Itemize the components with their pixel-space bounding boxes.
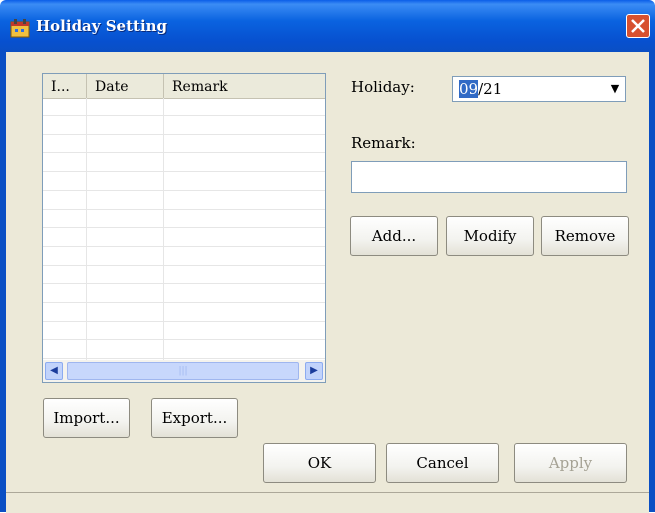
cancel-button[interactable]: Cancel [386,443,499,483]
scroll-thumb[interactable]: ||| [67,362,299,380]
holiday-date-select[interactable]: 09/21 ▼ [452,76,626,102]
title-bar[interactable]: Holiday Setting [0,0,655,52]
holiday-date-value: 09/21 [459,80,502,98]
column-divider [86,98,87,360]
column-divider [163,98,164,360]
dropdown-arrow-icon[interactable]: ▼ [607,80,623,98]
holiday-month-selection: 09 [459,80,479,98]
apply-button[interactable]: Apply [514,443,627,483]
scroll-right-button[interactable]: ▶ [305,362,323,380]
holiday-day: /21 [478,80,503,98]
column-header-date[interactable]: Date [87,74,164,98]
close-button[interactable] [626,14,650,38]
ok-button[interactable]: OK [263,443,376,483]
status-bar [6,492,649,513]
chevron-left-icon: ◀ [50,365,58,376]
holiday-label: Holiday: [351,78,415,96]
holiday-list[interactable]: I... Date Remark ◀ ||| ▶ [42,73,326,383]
scroll-left-button[interactable]: ◀ [45,362,63,380]
grip-icon: ||| [178,366,188,376]
horizontal-scrollbar[interactable]: ◀ ||| ▶ [43,360,325,382]
window-frame-right [649,52,655,512]
remark-input[interactable] [351,161,627,193]
list-header: I... Date Remark [43,74,325,99]
remark-label: Remark: [351,134,416,152]
remove-button[interactable]: Remove [541,216,629,256]
close-icon [631,19,645,33]
column-header-remark[interactable]: Remark [164,74,325,98]
column-header-index[interactable]: I... [43,74,87,98]
chevron-right-icon: ▶ [310,365,318,376]
modify-button[interactable]: Modify [446,216,534,256]
import-button[interactable]: Import... [43,398,130,438]
window-title: Holiday Setting [36,17,168,35]
add-button[interactable]: Add... [350,216,438,256]
export-button[interactable]: Export... [151,398,238,438]
calendar-icon [10,19,30,38]
